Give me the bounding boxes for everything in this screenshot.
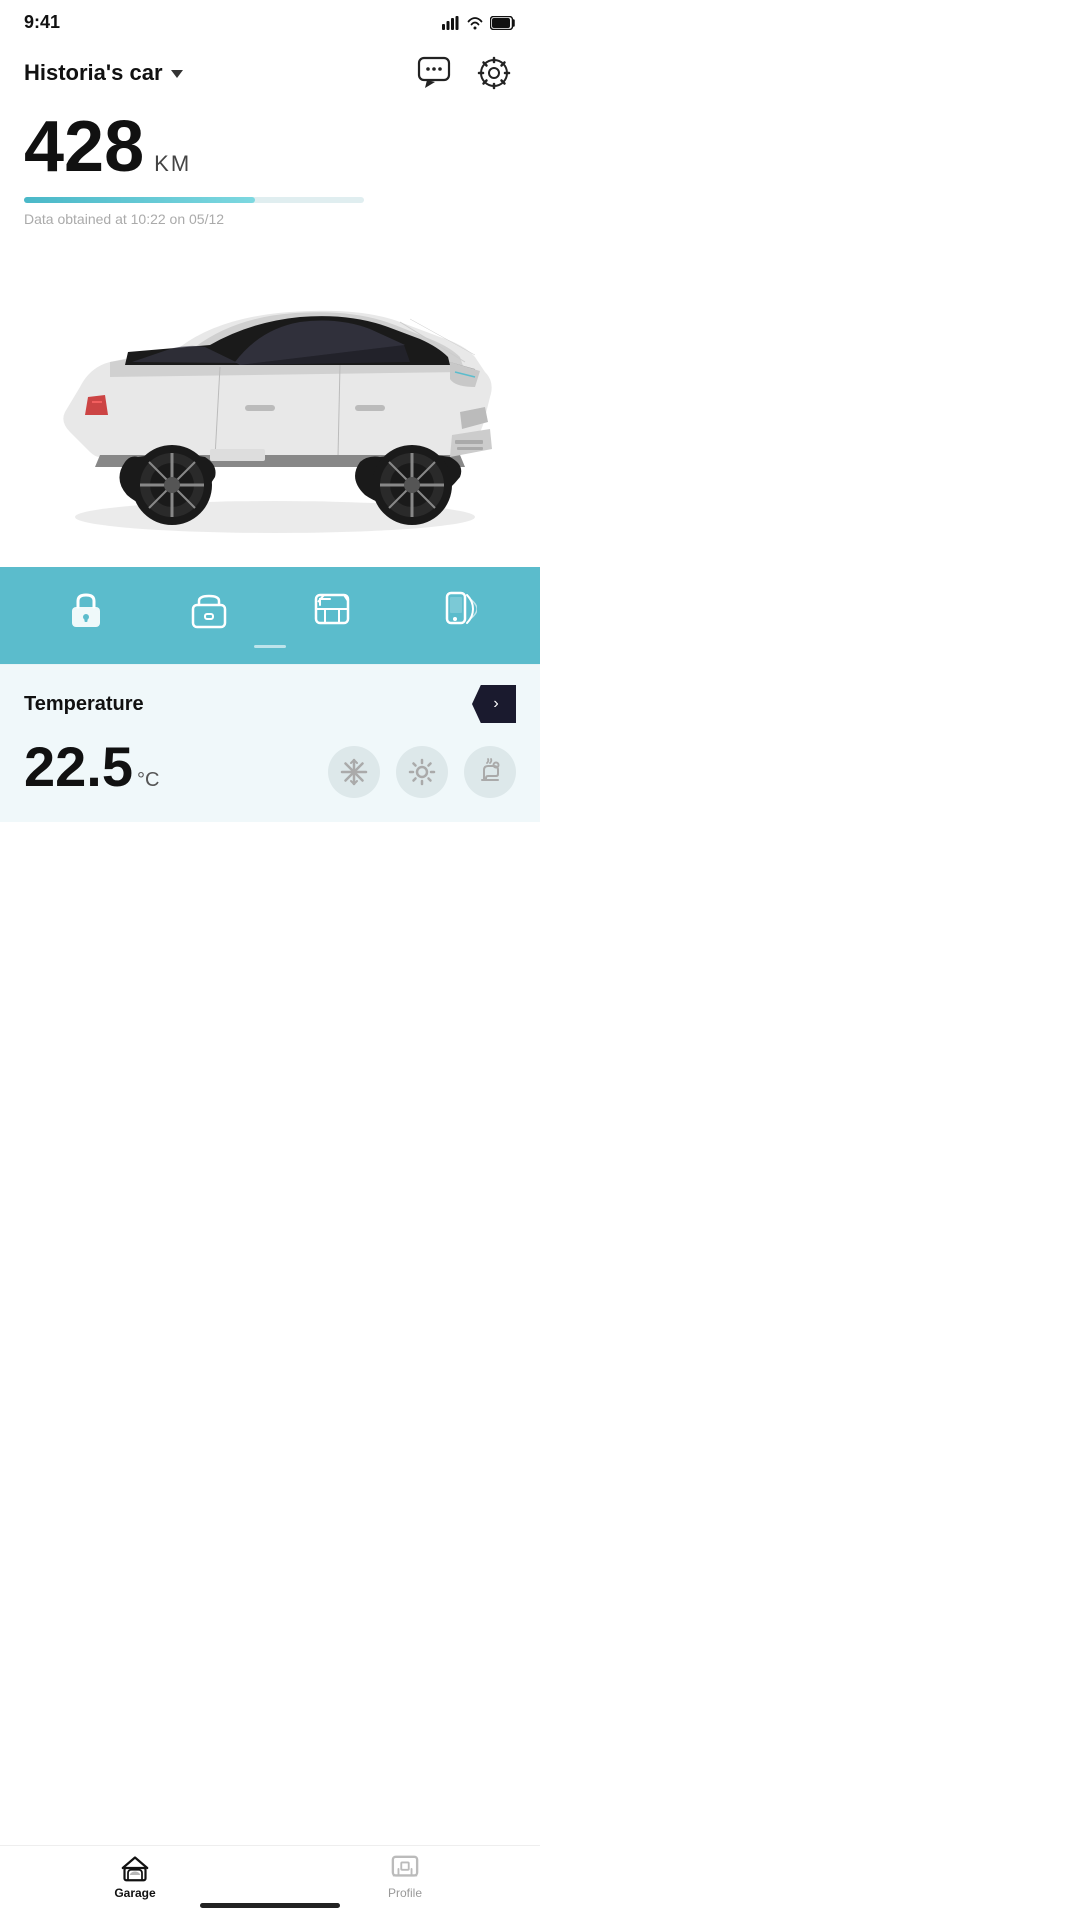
wifi-icon [466,16,484,30]
control-panel [0,567,540,664]
temperature-detail-button[interactable]: › [472,685,516,723]
range-bar-fill [24,197,255,203]
nav-profile[interactable]: Profile [270,1854,540,1900]
message-button[interactable] [412,51,456,95]
trunk-button[interactable] [147,587,270,631]
seat-heat-button[interactable] [464,746,516,798]
range-bar [24,197,364,203]
status-bar: 9:41 [0,0,540,41]
car-image [0,227,540,567]
car-title-dropdown[interactable]: Historia's car [24,60,183,86]
header-action-icons [412,51,516,95]
temperature-unit: °C [137,769,159,792]
nav-garage-label: Garage [114,1886,155,1900]
signal-icon [442,16,460,30]
settings-button[interactable] [472,51,516,95]
range-number: 428 [24,111,144,183]
status-time: 9:41 [24,12,60,33]
home-indicator [200,1903,340,1908]
remote-button[interactable] [393,587,516,631]
ac-heat-button[interactable] [396,746,448,798]
temperature-section: Temperature › 22.5 °C [0,664,540,822]
battery-icon [490,16,516,30]
bottom-navigation: Garage Profile [0,1845,540,1920]
dropdown-arrow-icon [171,70,183,78]
temperature-mode-icons [328,746,516,798]
range-value-display: 428 KM [24,111,516,183]
car-name-label: Historia's car [24,60,163,86]
temperature-value: 22.5 [24,739,133,795]
temperature-title: Temperature [24,693,144,716]
temperature-value-row: 22.5 °C [24,739,516,798]
status-icons [442,16,516,30]
lock-button[interactable] [24,587,147,631]
range-section: 428 KM Data obtained at 10:22 on 05/12 [0,103,540,227]
nav-profile-label: Profile [388,1886,422,1900]
temperature-header: Temperature › [24,685,516,723]
control-icons-row [0,587,540,631]
nav-garage[interactable]: Garage [0,1854,270,1900]
header: Historia's car [0,41,540,103]
window-button[interactable] [270,587,393,631]
range-timestamp: Data obtained at 10:22 on 05/12 [24,211,516,227]
chevron-right-icon: › [493,695,498,713]
panel-scroll-indicator [254,645,286,648]
range-unit: KM [154,153,191,175]
ac-cool-button[interactable] [328,746,380,798]
